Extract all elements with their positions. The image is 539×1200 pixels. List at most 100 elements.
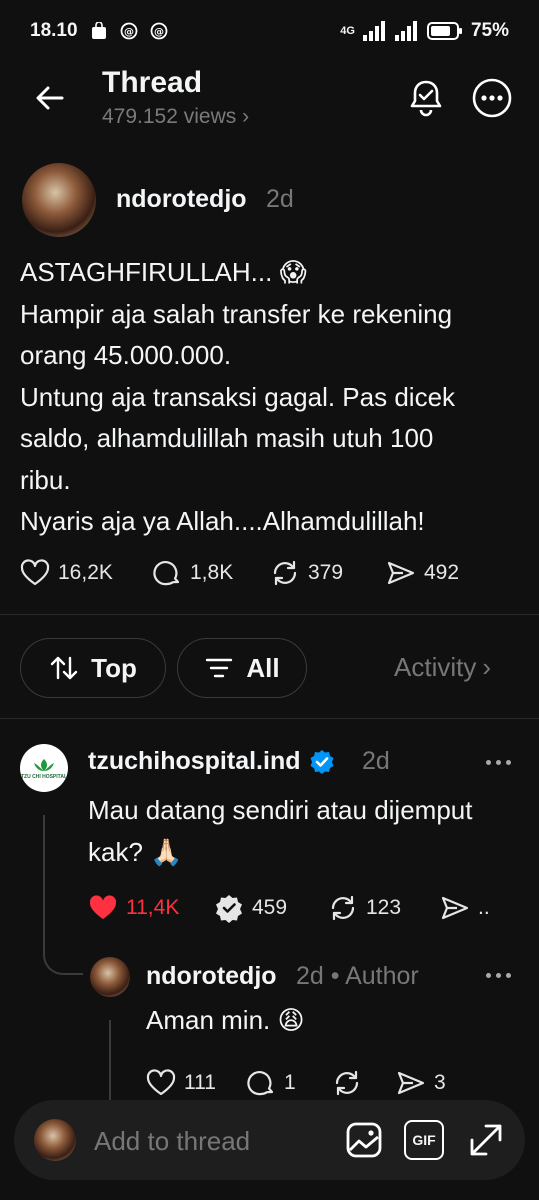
like-button[interactable]: 16,2K — [20, 558, 152, 588]
gif-label: GIF — [412, 1132, 436, 1148]
thread-line-curve — [43, 935, 83, 975]
post-line: Hampir aja salah transfer ke rekening — [20, 298, 453, 329]
share-icon — [397, 1071, 425, 1095]
back-arrow-icon[interactable] — [32, 80, 68, 116]
status-time: 18.10 — [30, 20, 78, 41]
reply-author[interactable]: tzuchihospital.ind — [88, 747, 335, 776]
avatar[interactable]: TZU CHI HOSPITAL — [20, 744, 68, 792]
filter-label: All — [246, 652, 280, 683]
reply-body: Aman min. 😩 — [146, 1005, 305, 1035]
repost-button[interactable] — [332, 1068, 396, 1098]
composer-input[interactable]: Add to thread — [94, 1126, 250, 1157]
post-line: orang 45.000.000. — [20, 340, 232, 370]
reply-body: Mau datang sendiri atau dijemput kak? 🙏🏻 — [88, 789, 518, 873]
like-count: 16,2K — [58, 561, 113, 584]
comment-count: 459 — [252, 896, 288, 919]
repost-icon — [273, 560, 297, 586]
heart-filled-icon — [89, 895, 117, 919]
comment-icon — [153, 561, 180, 586]
post-line: ribu. — [20, 464, 71, 495]
reply-actions: 111 1 3 — [146, 1068, 446, 1098]
activity-link[interactable]: Activity › — [394, 652, 491, 683]
notification-bell-icon[interactable] — [404, 76, 448, 120]
filter-all-button[interactable]: All — [177, 638, 307, 698]
chevron-right-icon: › — [482, 652, 492, 682]
share-count: 3 — [434, 1071, 446, 1094]
reply-line: kak? 🙏🏻 — [88, 837, 183, 867]
heart-icon — [146, 1069, 176, 1096]
sort-top-button[interactable]: Top — [20, 638, 166, 698]
reply-meta: 2d • Author — [296, 962, 419, 990]
comment-button[interactable]: 459 — [214, 893, 328, 923]
threads-notification-icon-2: @ — [150, 22, 167, 40]
post-actions: 16,2K 1,8K 379 492 — [20, 558, 459, 588]
verified-badge-icon — [310, 749, 333, 774]
share-icon — [387, 561, 415, 585]
like-count: 11,4K — [126, 896, 180, 919]
post-line: Untung aja transaksi gagal. Pas dicek — [20, 381, 456, 412]
post-time: 2d — [266, 185, 294, 213]
repost-button[interactable]: 379 — [270, 558, 386, 588]
activity-label: Activity — [394, 652, 477, 682]
share-button[interactable]: .. — [440, 893, 490, 923]
share-count: 492 — [424, 561, 460, 584]
sort-label: Top — [91, 652, 137, 683]
thread-line — [43, 815, 45, 935]
expand-icon[interactable] — [466, 1120, 506, 1160]
threads-notification-icon: @ — [120, 22, 137, 40]
comment-count: 1 — [284, 1071, 296, 1094]
reply-actions: 11,4K 459 123 .. — [88, 893, 490, 923]
repost-icon — [335, 1070, 359, 1096]
share-icon — [441, 896, 469, 920]
views-label: 479.152 views — [102, 105, 237, 128]
repost-button[interactable]: 123 — [328, 893, 440, 923]
share-count: .. — [478, 896, 490, 919]
gif-icon[interactable]: GIF — [404, 1120, 444, 1160]
comment-button[interactable]: 1 — [246, 1068, 332, 1098]
svg-text:@: @ — [124, 27, 134, 38]
share-button[interactable]: 492 — [386, 558, 459, 588]
post-author[interactable]: ndorotedjo — [116, 185, 247, 214]
post-line: saldo, alhamdulillah masih utuh 100 — [20, 423, 434, 453]
status-bar: 18.10 @ @ 4G 75% — [0, 0, 539, 62]
reply-line: Mau datang sendiri atau dijemput — [88, 795, 473, 825]
comment-button[interactable]: 1,8K — [152, 558, 270, 588]
page-title: Thread — [102, 66, 203, 99]
sort-arrows-icon — [50, 656, 78, 680]
network-type: 4G — [340, 25, 355, 37]
svg-text:@: @ — [154, 27, 164, 38]
like-count: 111 — [184, 1071, 216, 1094]
comment-count: 1,8K — [190, 561, 234, 584]
image-icon[interactable] — [344, 1120, 384, 1160]
post-line: Nyaris aja ya Allah....Alhamdulillah! — [20, 506, 425, 536]
thread-header: Thread 479.152 views › — [0, 62, 539, 132]
repost-icon — [331, 895, 355, 921]
reply-author-name: tzuchihospital.ind — [88, 747, 301, 775]
share-button[interactable]: 3 — [396, 1068, 446, 1098]
reply-composer[interactable]: Add to thread GIF — [14, 1100, 525, 1180]
battery-level: 75% — [470, 20, 509, 41]
avatar — [34, 1119, 76, 1161]
battery-icon — [426, 22, 462, 40]
thread-line — [109, 1020, 111, 1100]
post-line: ASTAGHFIRULLAH... 😱 — [20, 257, 307, 287]
reply-author[interactable]: ndorotedjo — [146, 962, 277, 991]
shopping-bag-icon — [91, 22, 106, 39]
lotus-logo-icon — [34, 758, 54, 771]
repost-count: 123 — [366, 896, 402, 919]
verified-comment-icon — [216, 895, 242, 923]
like-button[interactable]: 11,4K — [88, 893, 214, 923]
divider — [0, 718, 539, 719]
views-chevron: › — [242, 105, 250, 128]
more-options-icon[interactable] — [470, 76, 514, 120]
like-button[interactable]: 111 — [146, 1068, 246, 1098]
heart-icon — [20, 559, 50, 586]
reply-more-icon[interactable] — [486, 760, 516, 770]
views-count[interactable]: 479.152 views › — [102, 105, 249, 129]
avatar-brand-text: TZU CHI HOSPITAL — [20, 773, 67, 780]
reply-more-icon[interactable] — [486, 973, 516, 983]
comment-icon — [247, 1071, 274, 1096]
avatar[interactable] — [22, 163, 96, 237]
avatar[interactable] — [90, 957, 130, 997]
reply-time: 2d — [362, 747, 390, 775]
